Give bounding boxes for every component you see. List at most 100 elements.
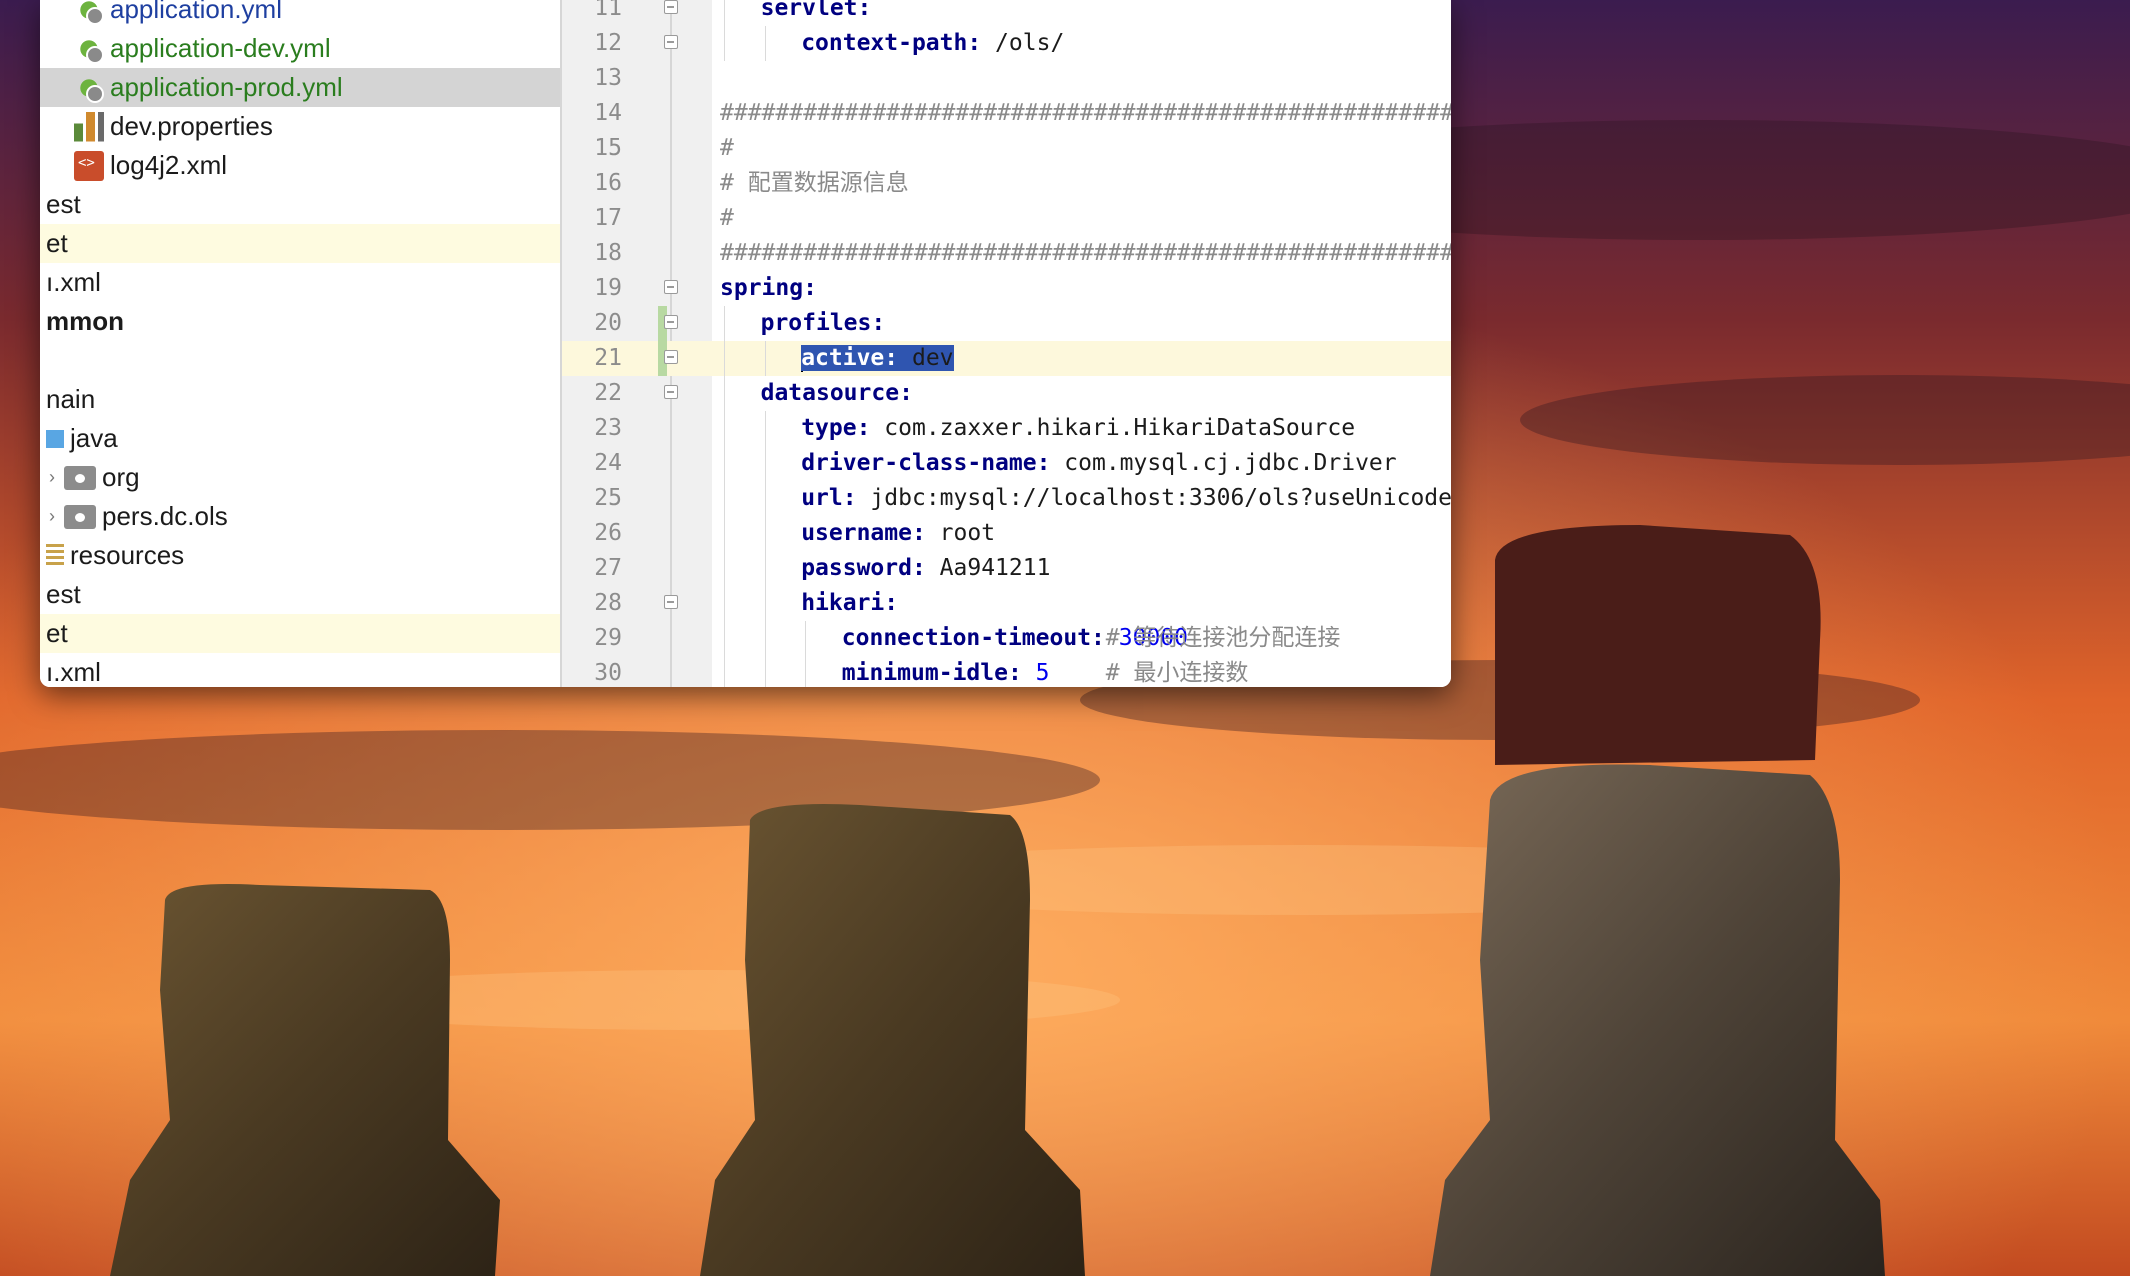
code-line[interactable]: 18 ######################################… xyxy=(562,236,1451,271)
tree-item-label: est xyxy=(46,189,81,219)
tree-item[interactable]: › pers.dc.ols xyxy=(40,497,560,536)
code-line[interactable]: 24 driver-class-name: com.mysql.cj.jdbc.D… xyxy=(562,446,1451,481)
code-text: username: root xyxy=(801,520,996,546)
tree-item[interactable]: dev.properties xyxy=(40,107,560,146)
line-number: 26 xyxy=(594,520,622,546)
code-line[interactable]: 30 minimum-idle: 5 # 最小连接数 xyxy=(562,656,1451,687)
tree-item[interactable]: nain xyxy=(40,380,560,419)
code-line[interactable]: 29 connection-timeout: 30000 # 等待连接池分配连接 xyxy=(562,621,1451,656)
code-line[interactable]: 25 url: jdbc:mysql://localhost:3306/ols?u… xyxy=(562,481,1451,516)
indent-guide xyxy=(724,411,725,446)
line-number: 19 xyxy=(594,275,622,301)
inline-comment: # 等待连接池分配连接 xyxy=(1105,625,1341,651)
code-text: # 配置数据源信息 xyxy=(720,170,909,196)
tree-item[interactable]: log4j2.xml xyxy=(40,146,560,185)
code-line[interactable]: 27 password: Aa941211 xyxy=(562,551,1451,586)
code-text: datasource: xyxy=(760,380,913,406)
code-text: # xyxy=(720,135,734,161)
line-number: 21 xyxy=(562,341,622,376)
resources-root-icon xyxy=(46,543,64,568)
fold-toggle-icon[interactable] xyxy=(664,280,678,294)
tree-item[interactable]: est xyxy=(40,185,560,224)
code-line[interactable]: 13 xyxy=(562,61,1451,96)
ide-window: application.yml application-dev.yml applic… xyxy=(40,0,1451,687)
tree-item-label: ı.xml xyxy=(46,657,101,687)
tree-item[interactable]: ı.xml xyxy=(40,263,560,302)
project-tree-panel[interactable]: application.yml application-dev.yml applic… xyxy=(40,0,562,687)
indent-guide xyxy=(764,586,766,621)
line-number: 28 xyxy=(594,590,622,616)
tree-item[interactable]: et xyxy=(40,224,560,263)
code-line[interactable]: 20 profiles: xyxy=(562,306,1451,341)
line-number: 20 xyxy=(594,310,622,336)
indent-guide xyxy=(764,26,766,61)
line-number: 11 xyxy=(594,0,622,21)
code-line[interactable]: 21 active: dev xyxy=(562,341,1451,376)
indent-guide xyxy=(764,481,766,516)
indent-guide xyxy=(764,551,766,586)
tree-item[interactable]: application.yml xyxy=(40,0,560,29)
code-line[interactable]: 17 # xyxy=(562,201,1451,236)
line-number: 23 xyxy=(594,415,622,441)
code-text: minimum-idle: 5 xyxy=(841,660,1050,686)
tree-item[interactable]: est xyxy=(40,575,560,614)
tree-item-label: log4j2.xml xyxy=(110,150,228,180)
fold-toggle-icon[interactable] xyxy=(664,350,678,364)
code-text: spring: xyxy=(720,275,817,301)
spring-config-icon xyxy=(74,72,104,103)
code-text: ########################################… xyxy=(720,100,1451,126)
code-line[interactable]: 22 datasource: xyxy=(562,376,1451,411)
tree-item-label: et xyxy=(46,618,68,648)
code-line[interactable]: 12 context-path: /ols/ xyxy=(562,26,1451,61)
code-text: password: Aa941211 xyxy=(801,555,1051,581)
code-line[interactable]: 16 # 配置数据源信息 xyxy=(562,166,1451,201)
indent-guide xyxy=(724,551,725,586)
line-number: 12 xyxy=(594,30,622,56)
xml-file-icon xyxy=(74,150,104,181)
indent-guide xyxy=(724,481,725,516)
fold-toggle-icon[interactable] xyxy=(664,35,678,49)
tree-item-label: resources xyxy=(70,540,185,570)
tree-item[interactable]: application-dev.yml xyxy=(40,29,560,68)
code-text: type: com.zaxxer.hikari.HikariDataSource xyxy=(801,415,1356,441)
code-line[interactable]: 19 spring: xyxy=(562,271,1451,306)
expand-arrow-icon[interactable]: › xyxy=(40,506,64,527)
line-number: 24 xyxy=(594,450,622,476)
expand-arrow-icon[interactable]: › xyxy=(40,467,64,488)
tree-item[interactable]: java xyxy=(40,419,560,458)
code-line[interactable]: 28 hikari: xyxy=(562,586,1451,621)
code-line[interactable]: 15 # xyxy=(562,131,1451,166)
line-number: 13 xyxy=(594,65,622,91)
tree-item[interactable]: et xyxy=(40,614,560,653)
fold-toggle-icon[interactable] xyxy=(664,315,678,329)
tree-item[interactable] xyxy=(40,341,560,380)
tree-item[interactable]: ı.xml xyxy=(40,653,560,687)
code-line[interactable]: 26 username: root xyxy=(562,516,1451,551)
package-folder-icon xyxy=(64,504,96,529)
code-text: url: jdbc:mysql://localhost:3306/ols?use… xyxy=(801,485,1451,511)
tree-item[interactable]: › org xyxy=(40,458,560,497)
line-number: 18 xyxy=(594,240,622,266)
tree-item[interactable]: resources xyxy=(40,536,560,575)
code-line[interactable]: 23 type: com.zaxxer.hikari.HikariDataSour… xyxy=(562,411,1451,446)
line-number: 17 xyxy=(594,205,622,231)
spring-config-icon xyxy=(74,33,104,64)
indent-guide xyxy=(805,621,807,656)
code-line[interactable]: 11 servlet: xyxy=(562,0,1451,26)
fold-toggle-icon[interactable] xyxy=(664,595,678,609)
tree-item-label: application-prod.yml xyxy=(110,72,343,102)
indent-guide xyxy=(724,516,725,551)
line-number: 14 xyxy=(594,100,622,126)
indent-guide xyxy=(724,586,725,621)
fold-toggle-icon[interactable] xyxy=(664,0,678,14)
code-line[interactable]: 14 ######################################… xyxy=(562,96,1451,131)
line-number: 16 xyxy=(594,170,622,196)
code-text: hikari: xyxy=(801,590,899,616)
tree-item[interactable]: mmon xyxy=(40,302,560,341)
tree-item-label: est xyxy=(46,579,81,609)
indent-guide xyxy=(764,446,766,481)
tree-item[interactable]: application-prod.yml xyxy=(40,68,560,107)
indent-guide xyxy=(764,411,766,446)
code-editor[interactable]: 11 servlet: 12 context-path: /ols/13 14 #####… xyxy=(562,0,1451,687)
fold-toggle-icon[interactable] xyxy=(664,385,678,399)
